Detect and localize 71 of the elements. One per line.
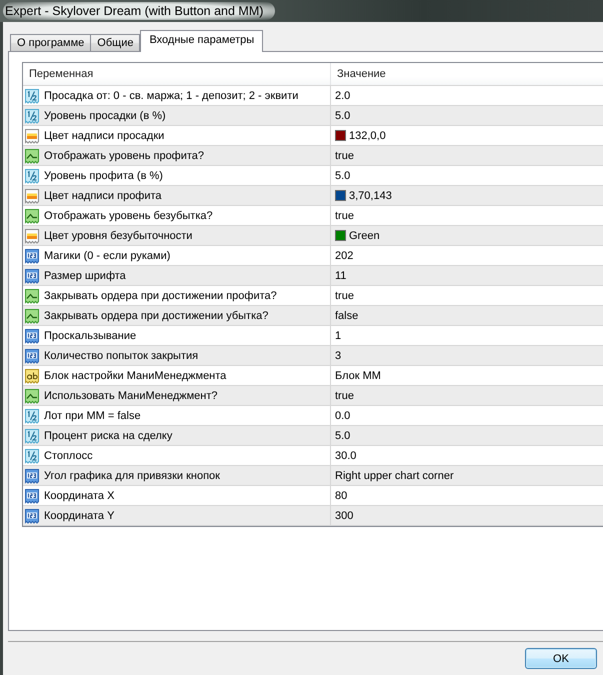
numbers-icon (24, 328, 40, 344)
step-line-icon (24, 288, 40, 304)
parameter-value[interactable]: 300 (335, 510, 354, 522)
numbers-icon (24, 468, 40, 484)
parameter-value[interactable]: 3 (335, 350, 342, 362)
parameter-value[interactable]: 3,70,143 (349, 190, 392, 202)
numbers-icon (24, 488, 40, 504)
parameter-value[interactable]: true (335, 290, 354, 302)
fraction-icon (24, 168, 40, 184)
numbers-icon (24, 268, 40, 284)
gradient-bar-icon (24, 228, 40, 244)
parameter-value[interactable]: 5.0 (335, 430, 350, 442)
parameter-value[interactable]: 202 (335, 250, 354, 262)
parameter-value[interactable]: 80 (335, 490, 348, 502)
fraction-icon (24, 408, 40, 424)
parameter-name: Отображать уровень профита? (44, 150, 204, 162)
fraction-icon (24, 448, 40, 464)
window-title: Expert - Skylover Dream (with Button and MM) (3, 2, 276, 20)
parameter-value[interactable]: 1 (335, 330, 342, 342)
tab[interactable]: Входные параметры (140, 30, 264, 52)
parameter-name: Количество попыток закрытия (44, 350, 198, 362)
parameter-name: Цвет уровня безубыточности (44, 230, 192, 242)
gradient-bar-icon (24, 188, 40, 204)
parameter-name: Цвет надписи просадки (44, 130, 164, 142)
fraction-icon (24, 428, 40, 444)
parameter-name: Процент риска на сделку (44, 430, 172, 442)
parameter-name: Размер шрифта (44, 270, 126, 282)
text-icon (24, 368, 40, 384)
parameter-value[interactable]: 132,0,0 (349, 130, 386, 142)
parameter-name: Угол графика для привязки кнопок (44, 470, 220, 482)
parameter-name: Проскальзывание (44, 330, 136, 342)
parameter-name: Отображать уровень безубытка? (44, 210, 213, 222)
column-header[interactable]: Переменная (23, 63, 331, 85)
parameter-name: Закрывать ордера при достижении профита? (44, 290, 277, 302)
parameter-value[interactable]: true (335, 390, 354, 402)
parameter-name: Магики (0 - если руками) (44, 250, 170, 262)
parameter-value[interactable]: 2.0 (335, 90, 350, 102)
parameter-value[interactable]: Блок MM (335, 370, 381, 382)
step-line-icon (24, 208, 40, 224)
step-line-icon (24, 388, 40, 404)
tab[interactable]: О программе (10, 34, 92, 52)
parameter-value[interactable]: Right upper chart corner (335, 470, 454, 482)
parameter-value[interactable]: false (335, 310, 358, 322)
numbers-icon (24, 508, 40, 524)
fraction-icon (24, 108, 40, 124)
parameter-name: Координата X (44, 490, 114, 502)
parameter-name: Использовать МаниМенеджмент? (44, 390, 218, 402)
parameter-name: Координата Y (44, 510, 114, 522)
step-line-icon (24, 308, 40, 324)
parameter-value[interactable]: 11 (335, 270, 346, 282)
parameter-name: Цвет надписи профита (44, 190, 162, 202)
parameter-name: Просадка от: 0 - св. маржа; 1 - депозит; 2 - эквити (44, 90, 298, 102)
fraction-icon (24, 88, 40, 104)
parameter-value[interactable]: 0.0 (335, 410, 350, 422)
parameter-name: Закрывать ордера при достижении убытка? (44, 310, 268, 322)
numbers-icon (24, 248, 40, 264)
step-line-icon (24, 148, 40, 164)
parameter-value[interactable]: Green (349, 230, 380, 242)
numbers-icon (24, 348, 40, 364)
tab[interactable]: Общие (90, 34, 140, 52)
parameter-value[interactable]: true (335, 150, 354, 162)
ok-button[interactable]: OK (525, 648, 597, 669)
parameter-name: Уровень профита (в %) (44, 170, 163, 182)
parameter-value[interactable]: 30.0 (335, 450, 356, 462)
parameter-name: Лот при MM = false (44, 410, 141, 422)
parameter-name: Уровень просадки (в %) (44, 110, 166, 122)
parameter-value[interactable]: true (335, 210, 354, 222)
parameter-value[interactable]: 5.0 (335, 110, 350, 122)
parameter-name: Стоплосс (44, 450, 93, 462)
parameter-value[interactable]: 5.0 (335, 170, 350, 182)
parameter-name: Блок настройки МаниМенеджмента (44, 370, 226, 382)
